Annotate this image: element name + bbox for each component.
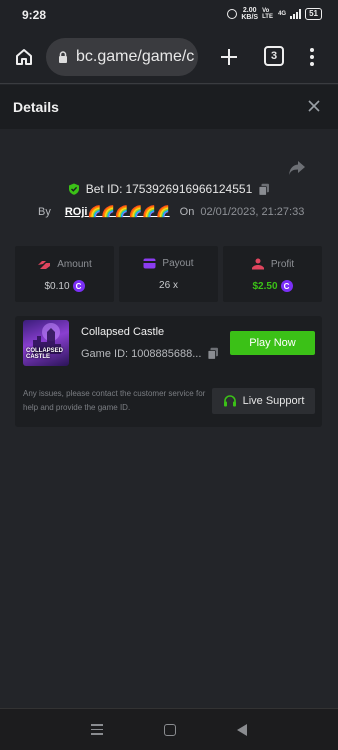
user-name-link[interactable]: ROji🌈🌈🌈🌈🌈🌈 xyxy=(65,205,170,218)
browser-menu-button[interactable] xyxy=(302,42,322,72)
amount-icon xyxy=(38,261,51,269)
network-speed: 2.00 KB/S xyxy=(241,7,258,21)
profit-icon xyxy=(251,258,264,270)
net-type: 4G xyxy=(278,11,287,17)
address-bar[interactable]: bc.game/game/c xyxy=(46,38,198,76)
dot-icon xyxy=(310,62,314,66)
share-button[interactable] xyxy=(288,160,308,178)
game-thumbnail[interactable]: COLLAPSED CASTLE xyxy=(23,320,69,366)
close-button[interactable] xyxy=(306,98,322,114)
bet-id-value: 1753926916966124551 xyxy=(125,182,253,196)
bet-id-row: Bet ID: 1753926916966124551 xyxy=(0,182,338,196)
copy-icon[interactable] xyxy=(207,347,219,360)
by-label: By xyxy=(38,205,51,218)
dot-icon xyxy=(310,48,314,52)
url-text: bc.game/game/c xyxy=(76,48,195,65)
speed-unit: KB/S xyxy=(241,14,259,21)
thumbnail-title: COLLAPSED CASTLE xyxy=(26,348,64,360)
game-id-label: Game ID: xyxy=(81,347,129,360)
coin-icon: C xyxy=(280,280,293,292)
payout-icon xyxy=(143,258,156,269)
profit-stat: Profit $2.50 C xyxy=(223,246,322,302)
close-icon xyxy=(308,100,320,112)
signal-icon xyxy=(290,9,302,19)
profit-label: Profit xyxy=(270,258,295,270)
status-time: 9:28 xyxy=(22,8,47,22)
payout-value: 26 x xyxy=(159,280,178,291)
details-header: Details xyxy=(0,85,338,129)
profit-value: $2.50 xyxy=(252,280,278,292)
bet-meta-row: By ROji🌈🌈🌈🌈🌈🌈 On 02/01/2023, 21:27:33 xyxy=(38,205,305,219)
page-title: Details xyxy=(13,99,59,115)
status-bar: 9:28 2.00 KB/S Vo LTE 4G 51 xyxy=(0,0,338,30)
lock-icon xyxy=(59,50,67,63)
amount-label: Amount xyxy=(57,258,92,270)
on-label: On xyxy=(179,205,195,218)
copy-icon[interactable] xyxy=(258,183,270,196)
browser-toolbar: bc.game/game/c 3 xyxy=(0,30,338,84)
payout-stat: Payout 26 x xyxy=(119,246,218,302)
share-icon xyxy=(289,161,305,175)
system-nav-bar xyxy=(0,708,338,750)
status-icons: 2.00 KB/S Vo LTE 4G 51 xyxy=(227,7,322,21)
home-button[interactable] xyxy=(2,35,46,79)
game-name: Collapsed Castle xyxy=(81,326,165,338)
headset-icon xyxy=(223,395,236,407)
home-icon xyxy=(16,48,32,65)
payout-label: Payout xyxy=(162,258,194,269)
battery-icon: 51 xyxy=(305,8,322,20)
play-now-button[interactable]: Play Now xyxy=(230,331,315,355)
coin-icon: C xyxy=(72,280,85,292)
back-icon[interactable] xyxy=(237,723,248,736)
shield-check-icon xyxy=(68,183,79,195)
live-support-label: Live Support xyxy=(242,395,305,407)
speed-value: 2.00 xyxy=(242,7,257,14)
tab-switcher-button[interactable]: 3 xyxy=(264,46,284,66)
dot-icon xyxy=(310,55,314,59)
amount-value: $0.10 xyxy=(44,280,70,292)
game-card: COLLAPSED CASTLE Collapsed Castle Game I… xyxy=(15,316,322,427)
bet-date: 02/01/2023, 21:27:33 xyxy=(200,205,305,218)
bet-id-label: Bet ID: xyxy=(85,182,123,196)
nav-home-icon[interactable] xyxy=(163,723,176,736)
help-text: Any issues, please contact the customer … xyxy=(23,389,206,412)
game-id-row: Game ID: 1008885688... xyxy=(81,347,219,360)
plus-icon xyxy=(221,49,237,65)
volte-label: Vo LTE xyxy=(262,8,273,20)
amount-stat: Amount $0.10 C xyxy=(15,246,114,302)
new-tab-button[interactable] xyxy=(214,42,244,72)
alarm-icon xyxy=(227,9,238,19)
game-id-value: 1008885688... xyxy=(131,347,202,360)
recent-apps-icon[interactable] xyxy=(90,724,103,735)
live-support-button[interactable]: Live Support xyxy=(212,388,315,414)
